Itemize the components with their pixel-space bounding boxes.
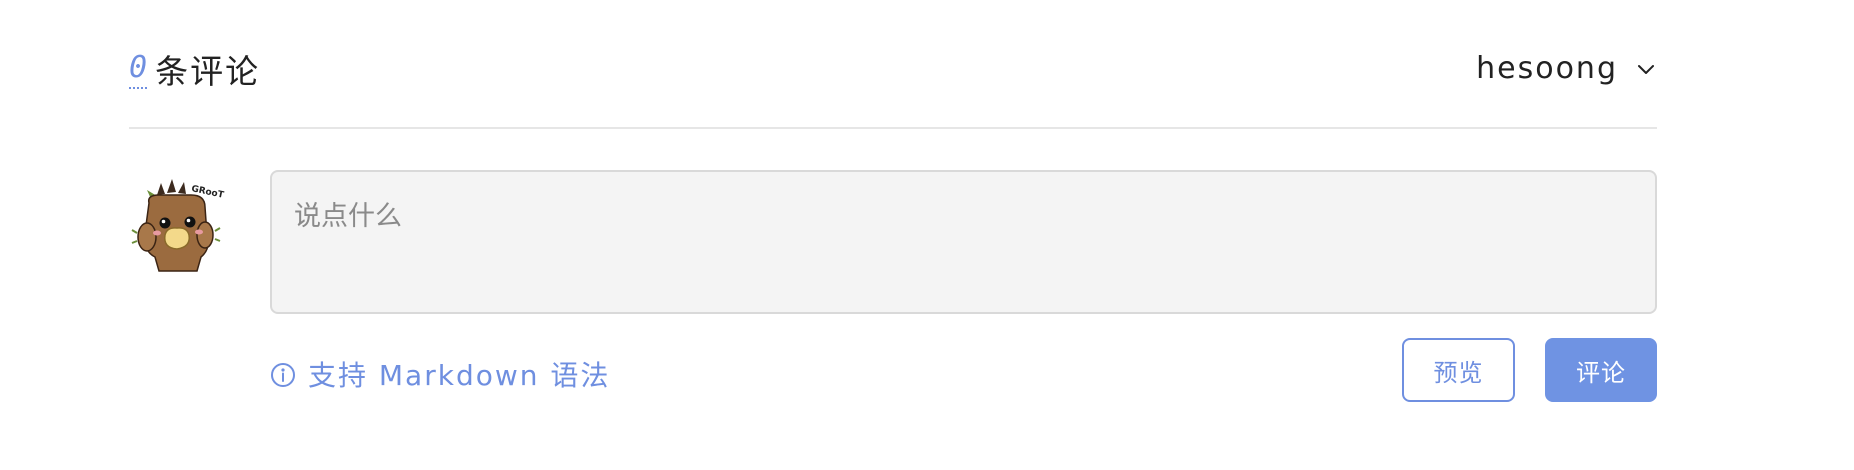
comment-count-number: 0	[129, 53, 148, 89]
markdown-hint-text: 支持 Markdown 语法	[308, 359, 611, 392]
user-name: hesoong	[1476, 51, 1618, 86]
info-icon	[270, 362, 296, 388]
comment-textarea[interactable]	[270, 170, 1657, 314]
header-divider	[129, 127, 1657, 129]
user-avatar: GRooT	[129, 173, 229, 273]
markdown-hint-link[interactable]: 支持 Markdown 语法	[270, 352, 610, 396]
groot-avatar-icon: GRooT	[131, 179, 225, 272]
chevron-down-icon	[1636, 60, 1656, 80]
comment-widget: 0 条评论 hesoong GRooT 说点什么 支持 Markdown 语法 …	[0, 0, 1854, 470]
user-menu[interactable]: hesoong	[1476, 44, 1656, 94]
preview-button[interactable]: 预览	[1402, 338, 1515, 402]
submit-comment-button[interactable]: 评论	[1545, 338, 1657, 402]
comment-count-label: 条评论	[155, 51, 261, 91]
comment-count-header: 0 条评论	[129, 46, 260, 96]
